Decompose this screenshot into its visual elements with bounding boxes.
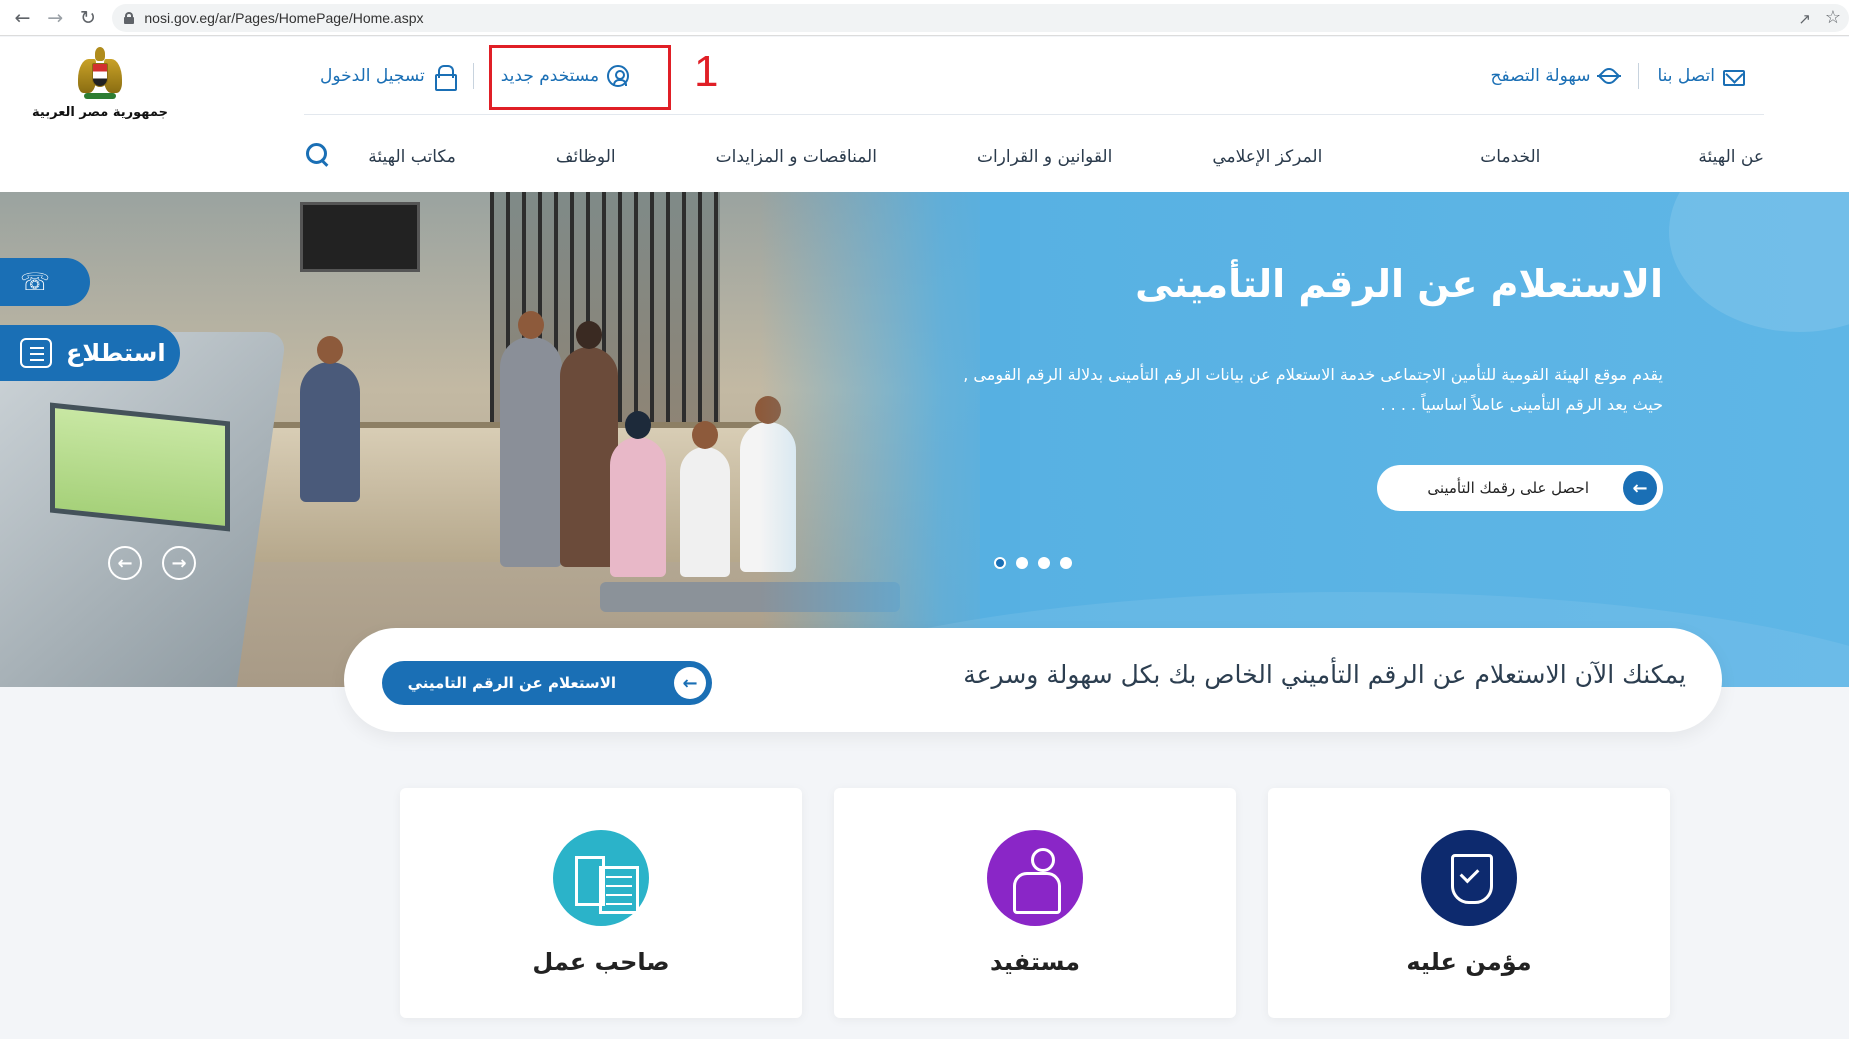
slider-dot[interactable] <box>1038 557 1050 569</box>
survey-label: استطلاع <box>66 339 166 367</box>
nav-item-about[interactable]: عن الهيئة <box>1698 147 1764 167</box>
site-logo[interactable]: جمهورية مصر العربية <box>30 47 170 120</box>
shield-check-icon <box>1421 830 1517 926</box>
slider-dot[interactable] <box>1016 557 1028 569</box>
query-strip-text: يمكنك الآن الاستعلام عن الرقم التأميني ا… <box>963 660 1686 689</box>
decorative-wave <box>1669 192 1849 332</box>
card-title: مستفيد <box>989 948 1080 976</box>
top-right-links: اتصل بنا سهولة التصفح <box>1491 61 1745 91</box>
building-icon <box>553 830 649 926</box>
site-header: جمهورية مصر العربية اتصل بنا سهولة التصف… <box>0 37 1849 192</box>
envelope-icon <box>1723 69 1745 86</box>
forward-arrow-icon[interactable]: → <box>39 1 72 35</box>
slider-prev-arrow-icon[interactable]: ← <box>108 546 142 580</box>
arrow-left-icon: ← <box>674 667 706 699</box>
nav-item-laws[interactable]: القوانين و القرارات <box>977 147 1112 167</box>
lock-icon <box>124 11 135 24</box>
get-insurance-number-button[interactable]: ← احصل على رقمك التأمينى <box>1377 465 1663 511</box>
nav-item-jobs[interactable]: الوظائف <box>556 147 616 167</box>
eagle-emblem-icon <box>78 47 122 101</box>
search-icon[interactable] <box>304 141 332 169</box>
slider-dot[interactable] <box>994 557 1006 569</box>
slider-dots <box>994 557 1072 569</box>
survey-tab[interactable]: استطلاع <box>0 325 180 381</box>
lock-outline-icon <box>433 65 457 91</box>
divider <box>472 63 474 89</box>
eye-slash-icon <box>1598 64 1621 88</box>
card-title: صاحب عمل <box>532 948 670 976</box>
address-bar[interactable]: nosi.gov.eg/ar/Pages/HomePage/Home.aspx … <box>112 3 1849 32</box>
hero-description: يقدم موقع الهيئة القومية للتأمين الاجتما… <box>963 365 1663 414</box>
hero-title: الاستعلام عن الرقم التأمينى <box>1135 262 1663 306</box>
share-icon[interactable]: ↗ <box>1798 10 1811 28</box>
photo-person <box>610 411 666 577</box>
photo-person <box>300 336 360 502</box>
phone-call-tab[interactable]: ☏ <box>0 258 90 306</box>
card-insured[interactable]: مؤمن عليه <box>1268 788 1670 1018</box>
accessibility-link[interactable]: سهولة التصفح <box>1490 64 1621 88</box>
card-title: مؤمن عليه <box>1406 948 1532 976</box>
nav-item-media-center[interactable]: المركز الإعلامي <box>1212 147 1322 167</box>
back-arrow-icon[interactable]: ← <box>6 1 39 35</box>
nav-item-tenders[interactable]: المناقصات و المزايدات <box>716 147 877 167</box>
slider-dot[interactable] <box>1060 557 1072 569</box>
photo-person <box>500 311 562 567</box>
main-navigation: عن الهيئة الخدمات المركز الإعلامي القوان… <box>304 137 1764 177</box>
login-label: تسجيل الدخول <box>320 66 425 86</box>
cta-label: احصل على رقمك التأمينى <box>1427 479 1589 497</box>
contact-link[interactable]: اتصل بنا <box>1657 66 1745 86</box>
card-beneficiary[interactable]: مستفيد <box>834 788 1236 1018</box>
login-link[interactable]: تسجيل الدخول <box>320 65 457 91</box>
photo-fade <box>760 192 1020 687</box>
reload-icon[interactable]: ↻ <box>72 1 105 35</box>
photo-person <box>680 421 730 577</box>
url-text: nosi.gov.eg/ar/Pages/HomePage/Home.aspx <box>144 9 424 26</box>
query-insurance-number-button[interactable]: ← الاستعلام عن الرقم التاميني <box>382 661 712 705</box>
annotation-highlight-box <box>489 45 671 110</box>
slider-next-arrow-icon[interactable]: → <box>162 546 196 580</box>
nav-item-offices[interactable]: مكاتب الهيئة <box>368 147 456 167</box>
contact-label: اتصل بنا <box>1657 66 1715 86</box>
survey-chat-icon <box>20 338 52 368</box>
bookmark-star-icon[interactable]: ☆ <box>1825 7 1841 28</box>
nav-item-services[interactable]: الخدمات <box>1480 147 1540 167</box>
arrow-left-icon: ← <box>1623 471 1657 505</box>
annotation-step-number: 1 <box>694 47 719 96</box>
photo-kiosk-screen <box>50 402 230 532</box>
insurance-query-strip: يمكنك الآن الاستعلام عن الرقم التأميني ا… <box>344 628 1722 732</box>
divider <box>1638 63 1640 89</box>
card-employer[interactable]: صاحب عمل <box>400 788 802 1018</box>
photo-screen <box>300 202 420 272</box>
accessibility-label: سهولة التصفح <box>1490 66 1591 86</box>
browser-toolbar: ← → ↻ nosi.gov.eg/ar/Pages/HomePage/Home… <box>0 0 1849 36</box>
family-icon <box>987 830 1083 926</box>
header-divider <box>304 114 1764 115</box>
logo-text: جمهورية مصر العربية <box>32 105 168 120</box>
query-button-label: الاستعلام عن الرقم التاميني <box>407 674 616 692</box>
hero-slider: الاستعلام عن الرقم التأمينى يقدم موقع ال… <box>0 192 1849 687</box>
phone-icon: ☏ <box>20 268 51 296</box>
